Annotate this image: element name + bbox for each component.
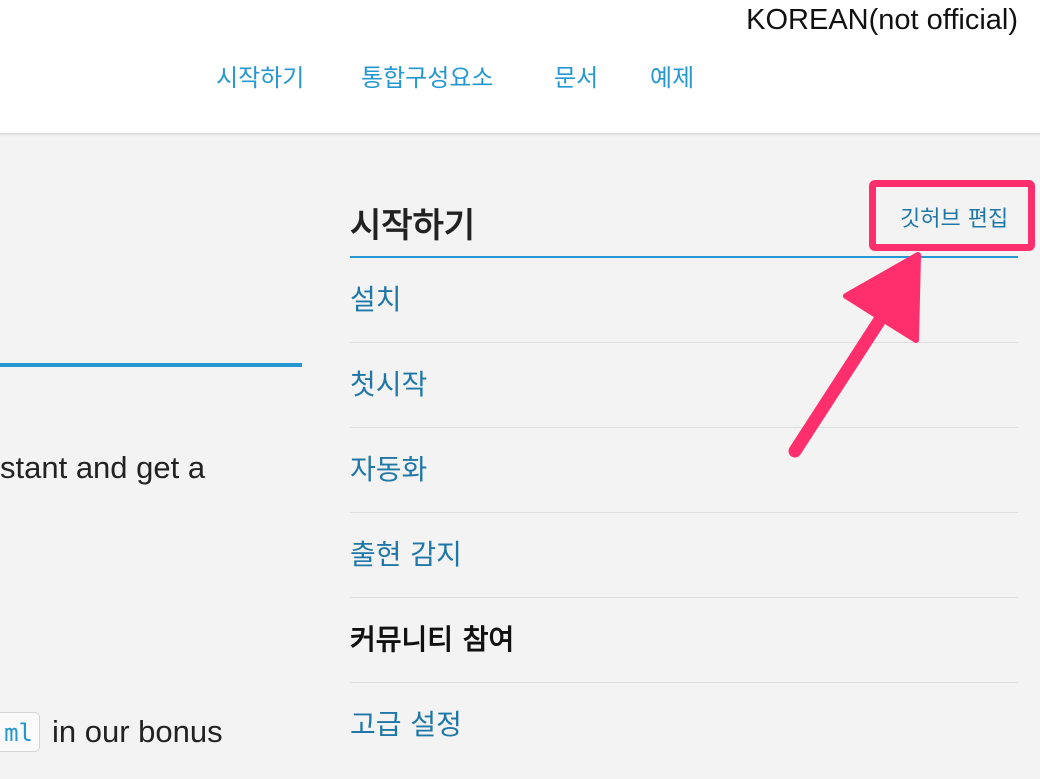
top-header: KOREAN(not official) 시작하기 통합구성요소 문서 예제 bbox=[0, 0, 1040, 134]
sidebar-item-install[interactable]: 설치 bbox=[350, 258, 1018, 343]
nav-link-components[interactable]: 통합구성요소 bbox=[361, 58, 493, 93]
content-text-line: stant and get a bbox=[0, 450, 206, 485]
content-divider bbox=[0, 363, 302, 367]
sidebar-item-community[interactable]: 커뮤니티 참여 bbox=[350, 598, 1018, 683]
sidebar-title: 시작하기 bbox=[350, 206, 476, 246]
nav-link-examples[interactable]: 예제 bbox=[650, 58, 694, 93]
main-nav: 시작하기 통합구성요소 문서 예제 bbox=[0, 58, 1040, 94]
inline-code: ml bbox=[0, 712, 40, 752]
language-label[interactable]: KOREAN(not official) bbox=[746, 4, 1018, 37]
nav-link-getting-started[interactable]: 시작하기 bbox=[216, 58, 304, 93]
sidebar-item-automation[interactable]: 자동화 bbox=[350, 428, 1018, 513]
sidebar-list: 설치 첫시작 자동화 출현 감지 커뮤니티 참여 고급 설정 bbox=[350, 258, 1018, 767]
sidebar-item-advanced-settings[interactable]: 고급 설정 bbox=[350, 683, 1018, 767]
nav-link-docs[interactable]: 문서 bbox=[554, 58, 598, 93]
sidebar-item-presence-detection[interactable]: 출현 감지 bbox=[350, 513, 1018, 598]
content-text-line: in our bonus bbox=[52, 714, 223, 749]
sidebar-item-first-start[interactable]: 첫시작 bbox=[350, 343, 1018, 428]
annotation-highlight-box bbox=[869, 180, 1035, 251]
